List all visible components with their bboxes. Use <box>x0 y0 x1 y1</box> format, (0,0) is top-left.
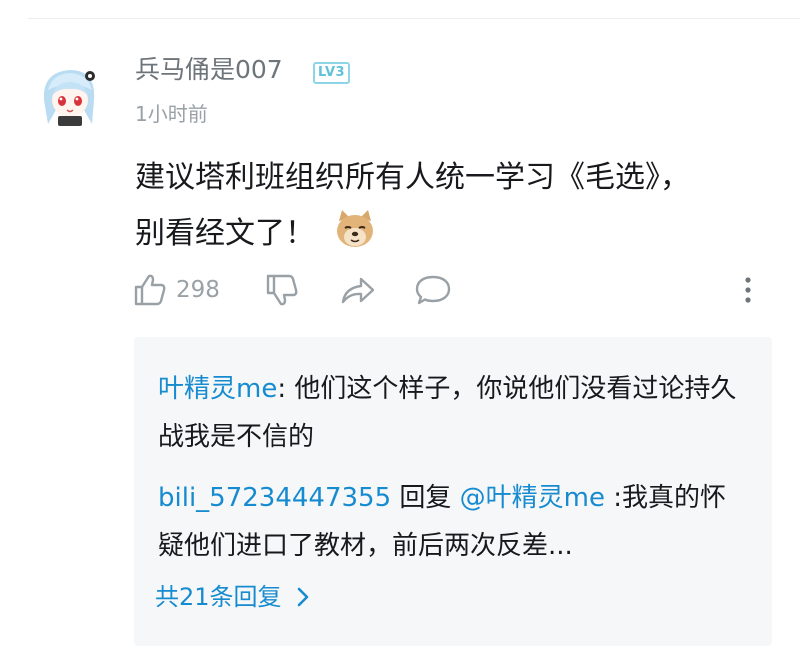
reply-mention[interactable]: @叶精灵me <box>460 483 605 513</box>
username[interactable]: 兵马俑是007 <box>135 53 283 87</box>
reply-button[interactable] <box>414 268 452 312</box>
reply-item[interactable]: 叶精灵me: 他们这个样子，你说他们没看过论持久战我是不信的 <box>158 365 748 461</box>
comment-line-2-wrap: 别看经文了！ <box>135 206 765 268</box>
comment-line-1: 建议塔利班组织所有人统一学习《毛选》， <box>135 160 690 195</box>
comment-bubble-icon <box>415 275 451 305</box>
more-options-button[interactable] <box>738 268 758 312</box>
more-vertical-icon <box>745 277 751 303</box>
level-badge: LV3 <box>313 62 351 84</box>
reply-separator: : <box>277 374 295 404</box>
like-count: 298 <box>176 277 220 303</box>
share-arrow-icon <box>341 277 375 304</box>
thumbs-down-icon <box>266 274 298 306</box>
comment-line-2: 别看经文了！ <box>135 216 315 251</box>
user-avatar[interactable] <box>34 60 106 132</box>
top-divider <box>28 18 800 19</box>
chevron-right-icon <box>297 587 308 607</box>
doge-emoji-icon <box>333 209 377 268</box>
dislike-button[interactable] <box>264 268 300 312</box>
action-bar: 298 <box>132 268 772 312</box>
see-all-replies-label: 共21条回复 <box>155 583 282 611</box>
comment-content: 建议塔利班组织所有人统一学习《毛选》， 别看经文了！ <box>135 150 765 268</box>
comment-time: 1小时前 <box>135 102 208 126</box>
reply-author[interactable]: 叶精灵me <box>158 374 277 404</box>
like-button[interactable]: 298 <box>132 268 220 312</box>
reply-item[interactable]: bili_57234447355 回复 @叶精灵me :我真的怀疑他们进口了教材… <box>158 474 748 570</box>
reply-word: 回复 <box>391 483 460 513</box>
see-all-replies-link[interactable]: 共21条回复 <box>155 580 316 614</box>
anime-avatar-icon <box>34 60 106 132</box>
replies-panel: 叶精灵me: 他们这个样子，你说他们没看过论持久战我是不信的 bili_5723… <box>134 337 772 646</box>
share-button[interactable] <box>339 268 377 312</box>
reply-author[interactable]: bili_57234447355 <box>158 483 391 513</box>
thumbs-up-icon <box>134 274 166 306</box>
